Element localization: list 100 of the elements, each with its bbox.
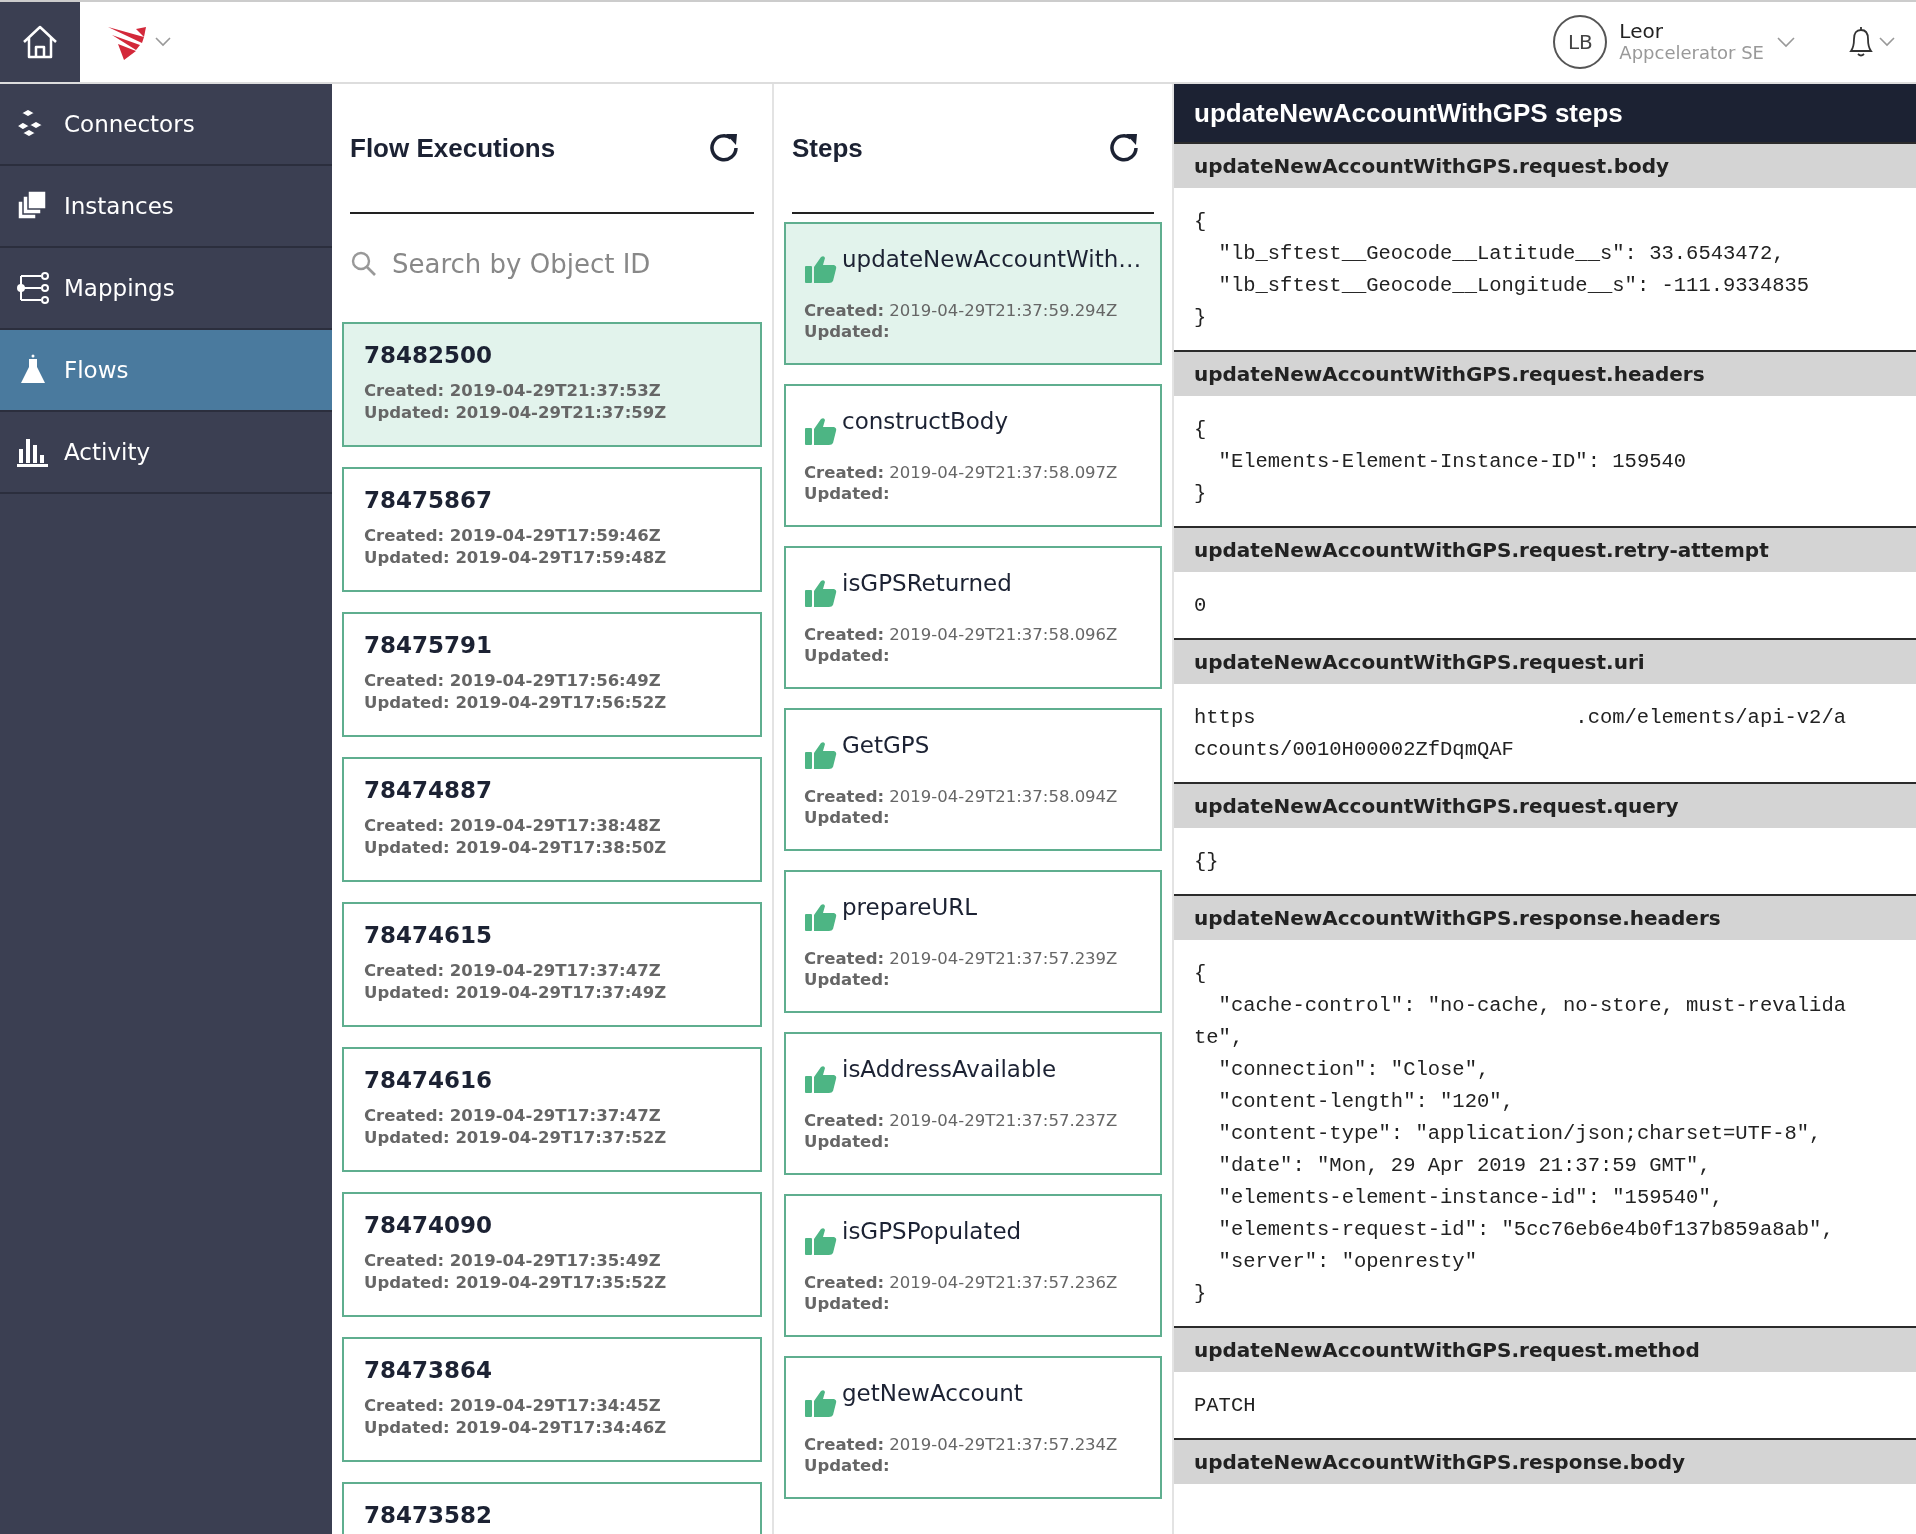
updated-date: Updated: 2019-04-29T17:37:52Z [364,1127,668,1149]
created-date: Created: 2019-04-29T21:37:57.239Z [804,948,1119,969]
home-button[interactable] [0,2,80,82]
column-title: Steps [792,132,863,164]
thumbs-up-icon [804,416,838,446]
step-card[interactable]: isGPSReturned Created: 2019-04-29T21:37:58.096Z Updated: [784,546,1162,689]
created-date: Created: 2019-04-29T17:34:45Z [364,1395,662,1417]
step-name: GetGPS [842,732,930,758]
code-text: https .com/elements/api-v2/accounts/0010H00002ZfDqmQAF [1193,705,1847,763]
execution-card[interactable]: 78475867 Created: 2019-04-29T17:59:46Z Updated: 2019-04-29T17:59:48Z [342,467,762,592]
execution-id: 78474616 [364,1067,494,1093]
updated-date: Updated: [804,1131,891,1152]
thumbs-up-icon [804,254,838,284]
thumbs-up-icon [804,740,838,770]
created-date: Created: 2019-04-29T21:37:57.236Z [804,1272,1119,1293]
created-date: Created: 2019-04-29T21:37:58.094Z [804,786,1119,807]
execution-card[interactable]: 78474090 Created: 2019-04-29T17:35:49Z Updated: 2019-04-29T17:35:52Z [342,1192,762,1317]
execution-card[interactable]: 78474616 Created: 2019-04-29T17:37:47Z Updated: 2019-04-29T17:37:52Z [342,1047,762,1172]
user-name: Leor [1619,21,1664,42]
execution-card[interactable]: 78482500 Created: 2019-04-29T21:37:53Z Updated: 2019-04-29T21:37:59Z [342,322,762,447]
execution-card[interactable]: 78474887 Created: 2019-04-29T17:38:48Z Updated: 2019-04-29T17:38:50Z [342,757,762,882]
updated-date: Updated: [804,483,891,504]
updated-date: Updated: [804,969,891,990]
step-name: getNewAccount [842,1380,1023,1406]
step-card[interactable]: constructBody Created: 2019-04-29T21:37:58.097Z Updated: [784,384,1162,527]
execution-card[interactable]: 78473582 [342,1482,762,1534]
created-date: Created: 2019-04-29T17:59:46Z [364,525,662,547]
step-card[interactable]: getNewAccount Created: 2019-04-29T21:37:57.234Z Updated: [784,1356,1162,1499]
sidebar-item[interactable]: Flows [0,330,332,412]
mapping-icon [16,271,50,305]
step-name: updateNewAccountWith… [842,246,1142,272]
updated-date: Updated: [804,645,891,666]
section-header: updateNewAccountWithGPS.response.body [1174,1438,1916,1484]
updated-date: Updated: 2019-04-29T17:34:46Z [364,1417,668,1439]
code-text: {} [1193,849,1220,875]
bell-icon [1846,25,1876,59]
thumbs-up-icon [804,578,838,608]
updated-date: Updated: [804,1293,891,1314]
created-date: Created: 2019-04-29T21:37:53Z [364,380,662,402]
execution-id: 78473864 [364,1357,494,1383]
execution-card[interactable]: 78473864 Created: 2019-04-29T17:34:45Z Updated: 2019-04-29T17:34:46Z [342,1337,762,1462]
section-header: updateNewAccountWithGPS.request.headers [1174,350,1916,396]
section-header: updateNewAccountWithGPS.request.body [1174,142,1916,188]
user-role: Appcelerator SE [1619,42,1764,63]
updated-date: Updated: 2019-04-29T17:35:52Z [364,1272,668,1294]
updated-date: Updated: 2019-04-29T17:38:50Z [364,837,668,859]
thumbs-up-icon [804,902,838,932]
updated-date: Updated: 2019-04-29T17:56:52Z [364,692,668,714]
search-field[interactable]: Search by Object ID [390,248,734,280]
code-text: { "Elements-Element-Instance-ID": 159540 } [1193,417,1688,507]
execution-id: 78474615 [364,922,494,948]
created-date: Created: 2019-04-29T21:37:58.097Z [804,462,1119,483]
updated-date: Updated: [804,321,891,342]
execution-id: 78475791 [364,632,494,658]
section-header: updateNewAccountWithGPS.request.query [1174,782,1916,828]
section-header: updateNewAccountWithGPS.request.retry-attempt [1174,526,1916,572]
step-name: constructBody [842,408,1009,434]
step-name: isGPSPopulated [842,1218,1022,1244]
column-title: Flow Executions [350,132,556,164]
section-header: updateNewAccountWithGPS.request.method [1174,1326,1916,1372]
step-card[interactable]: updateNewAccountWith… Created: 2019-04-29T21:37:59.294Z Updated: [784,222,1162,365]
code-text: 0 [1193,593,1208,619]
step-card[interactable]: isGPSPopulated Created: 2019-04-29T21:37:57.236Z Updated: [784,1194,1162,1337]
execution-id: 78473582 [364,1502,494,1528]
chevron-down-icon [1878,36,1896,48]
user-menu[interactable]: LB Leor Appcelerator SE [1553,15,1796,69]
updated-date: Updated: [804,1455,891,1476]
updated-date: Updated: [804,807,891,828]
step-name: isAddressAvailable [842,1056,1057,1082]
code-text: { "lb_sftest__Geocode__Latitude__s": 33.6543472, "lb_sftest__Geocode__Longitude__s": -111.9334835 } [1193,209,1811,331]
updated-date: Updated: 2019-04-29T17:37:49Z [364,982,668,1004]
section-header: updateNewAccountWithGPS.request.uri [1174,638,1916,684]
thumbs-up-icon [804,1226,838,1256]
created-date: Created: 2019-04-29T21:37:57.234Z [804,1434,1119,1455]
execution-id: 78475867 [364,487,494,513]
thumbs-up-icon [804,1388,838,1418]
created-date: Created: 2019-04-29T21:37:58.096Z [804,624,1119,645]
created-date: Created: 2019-04-29T17:38:48Z [364,815,662,837]
search-icon [350,250,378,278]
step-card[interactable]: GetGPS Created: 2019-04-29T21:37:58.094Z Updated: [784,708,1162,851]
step-name: isGPSReturned [842,570,1012,596]
notifications-button[interactable] [1846,25,1896,59]
execution-card[interactable]: 78475791 Created: 2019-04-29T17:56:49Z Updated: 2019-04-29T17:56:52Z [342,612,762,737]
created-date: Created: 2019-04-29T17:37:47Z [364,1105,662,1127]
thumbs-up-icon [804,1064,838,1094]
created-date: Created: 2019-04-29T17:35:49Z [364,1250,662,1272]
execution-card[interactable]: 78474615 Created: 2019-04-29T17:37:47Z Updated: 2019-04-29T17:37:49Z [342,902,762,1027]
created-date: Created: 2019-04-29T21:37:57.237Z [804,1110,1119,1131]
user-avatar: LB [1553,15,1608,69]
created-date: Created: 2019-04-29T17:56:49Z [364,670,662,692]
updated-date: Updated: 2019-04-29T21:37:59Z [364,402,668,424]
step-card[interactable]: isAddressAvailable Created: 2019-04-29T21:37:57.237Z Updated: [784,1032,1162,1175]
code-text: PATCH [1193,1393,1257,1419]
created-date: Created: 2019-04-29T21:37:59.294Z [804,300,1119,321]
chevron-down-icon [154,36,172,48]
execution-id: 78482500 [364,342,494,368]
panel-header: updateNewAccountWithGPS steps [1174,84,1916,142]
step-card[interactable]: prepareURL Created: 2019-04-29T21:37:57.239Z Updated: [784,870,1162,1013]
updated-date: Updated: 2019-04-29T17:59:48Z [364,547,668,569]
code-text: { "cache-control": "no-cache, no-store, must-revalidate", "connection": "Close", "content-length": "120", "content-type": "application/json;charset=UTF-8", "date": "Mon, 29 Apr 2019 21:37:59 GMT", "elements-element-instance-id": "159540", "elements-request-id": "5cc76eb6e4b0f137b859a8ab", "server": "openresty" } [1193,961,1847,1307]
